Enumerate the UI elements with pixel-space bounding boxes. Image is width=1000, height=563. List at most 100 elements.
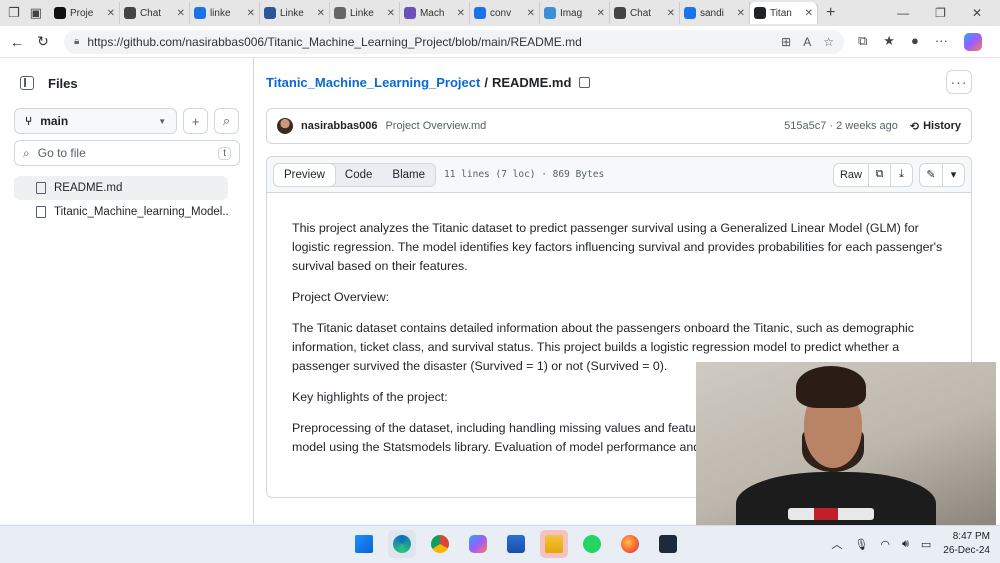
browser-tab[interactable]: conv ✕ <box>470 2 540 24</box>
tree-item-label: Titanic_Machine_learning_Model.... <box>54 206 228 218</box>
browser-tab[interactable]: Chat ✕ <box>610 2 680 24</box>
raw-actions-group: Raw ⧉ ⤓ <box>832 162 913 187</box>
commit-author[interactable]: nasirabbas006 <box>301 120 377 132</box>
restore-icon[interactable]: ❐ <box>935 6 946 20</box>
terminal-icon[interactable] <box>654 530 682 558</box>
close-tab-icon[interactable]: ✕ <box>737 8 745 19</box>
close-tab-icon[interactable]: ✕ <box>247 8 255 19</box>
wifi-icon[interactable]: ◠ <box>880 538 890 551</box>
browser-tab-label: Imag <box>559 7 583 19</box>
browser-tab-label: sandi <box>699 7 724 19</box>
browser-tab[interactable]: Titan ✕ <box>749 2 818 24</box>
copy-raw-icon[interactable]: ⧉ <box>868 163 890 186</box>
site-info-icon[interactable]: 🔒︎ <box>74 36 79 47</box>
browser-tab[interactable]: Chat ✕ <box>120 2 190 24</box>
close-tab-icon[interactable]: ✕ <box>805 8 813 19</box>
add-file-button[interactable]: + <box>183 108 209 134</box>
search-icon <box>473 7 486 19</box>
browser-tab-label: Chat <box>629 7 652 19</box>
close-tab-icon[interactable]: ✕ <box>317 8 325 19</box>
whatsapp-icon[interactable] <box>578 530 606 558</box>
browser-tab[interactable]: Proje ✕ <box>50 2 120 24</box>
favorite-star-icon[interactable]: ☆ <box>823 35 834 49</box>
avatar[interactable] <box>277 118 293 134</box>
settings-more-icon[interactable]: ··· <box>935 33 948 51</box>
workspaces-icon[interactable]: ❐ <box>8 5 20 21</box>
clock[interactable]: 8:47 PM 26-Dec-24 <box>943 530 990 558</box>
read-aloud-icon[interactable]: A <box>803 35 811 49</box>
close-tab-icon[interactable]: ✕ <box>597 8 605 19</box>
browser-tab[interactable]: Mach ✕ <box>400 2 470 24</box>
word-icon <box>263 7 276 19</box>
battery-icon[interactable]: ▭ <box>921 538 931 551</box>
close-tab-icon[interactable]: ✕ <box>177 8 185 19</box>
branch-selector[interactable]: ⑂ main ▼ <box>14 108 178 134</box>
tab-code[interactable]: Code <box>335 164 383 186</box>
tree-item-label: README.md <box>54 182 123 194</box>
latest-commit-bar: nasirabbas006 Project Overview.md 515a5c… <box>266 108 972 144</box>
browser-tab[interactable]: Linke ✕ <box>330 2 400 24</box>
favorites-icon[interactable]: ★ <box>883 33 895 51</box>
history-icon: ⟲ <box>909 120 920 133</box>
close-window-icon[interactable]: ✕ <box>972 6 982 20</box>
file-explorer-icon[interactable] <box>540 530 568 558</box>
browser-tab[interactable]: Imag ✕ <box>540 2 610 24</box>
store-icon[interactable] <box>502 530 530 558</box>
back-icon[interactable]: ← <box>4 34 30 50</box>
close-tab-icon[interactable]: ✕ <box>387 8 395 19</box>
copy-path-icon[interactable] <box>579 77 591 88</box>
edit-pencil-icon[interactable]: ✎ <box>920 164 942 186</box>
tree-item-readme[interactable]: README.md <box>14 176 228 200</box>
copilot-icon[interactable] <box>963 32 982 51</box>
profile-icon[interactable]: ● <box>911 33 919 51</box>
firefox-icon[interactable] <box>616 530 644 558</box>
file-icon <box>36 182 46 194</box>
raw-button[interactable]: Raw <box>834 164 868 186</box>
start-icon[interactable] <box>350 530 378 558</box>
refresh-icon[interactable]: ↻ <box>30 33 56 50</box>
app-icon <box>403 7 416 19</box>
url-text: https://github.com/nasirabbas006/Titanic… <box>87 34 582 49</box>
github-icon <box>753 7 766 19</box>
volume-icon[interactable]: 🔊︎ <box>902 538 909 551</box>
new-tab-icon[interactable]: + <box>818 4 843 22</box>
minimize-icon[interactable]: — <box>897 6 909 20</box>
close-tab-icon[interactable]: ✕ <box>527 8 535 19</box>
show-hidden-icons-icon[interactable]: ︿ <box>831 536 842 552</box>
tab-blame[interactable]: Blame <box>382 164 435 186</box>
commit-hash-time[interactable]: 515a5c7 · 2 weeks ago <box>784 120 898 132</box>
collapse-sidebar-icon[interactable] <box>20 76 34 90</box>
window-controls: — ❐ ✕ <box>897 6 1000 20</box>
browser-tab[interactable]: sandi ✕ <box>680 2 750 24</box>
search-icon <box>193 7 206 19</box>
commit-message[interactable]: Project Overview.md <box>385 120 486 132</box>
close-tab-icon[interactable]: ✕ <box>667 8 675 19</box>
branch-name: main <box>40 114 69 128</box>
close-tab-icon[interactable]: ✕ <box>107 8 115 19</box>
extensions-icon[interactable]: ⧉ <box>858 33 867 51</box>
tab-actions-icon[interactable]: ▣ <box>30 5 42 21</box>
search-files-button[interactable]: ⌕ <box>214 108 239 134</box>
chrome-icon[interactable] <box>426 530 454 558</box>
chevron-down-icon[interactable]: ▾ <box>942 163 964 186</box>
file-name: README.md <box>491 75 572 90</box>
close-tab-icon[interactable]: ✕ <box>457 8 465 19</box>
repo-link[interactable]: Titanic_Machine_Learning_Project <box>266 75 480 90</box>
copilot-app-icon[interactable] <box>464 530 492 558</box>
tab-preview[interactable]: Preview <box>273 162 336 187</box>
go-to-file-input[interactable]: ⌕ Go to file t <box>14 140 240 166</box>
download-icon[interactable]: ⤓ <box>890 163 912 186</box>
openai-icon <box>613 7 626 19</box>
history-button[interactable]: ⟲ History <box>910 120 961 133</box>
app-available-icon[interactable]: ⊞ <box>781 35 791 49</box>
tree-item-notebook[interactable]: Titanic_Machine_learning_Model.... <box>14 200 228 224</box>
browser-tab[interactable]: linke ✕ <box>190 2 260 24</box>
url-field[interactable]: 🔒︎ https://github.com/nasirabbas006/Tita… <box>64 29 844 54</box>
microphone-icon[interactable]: 🎙︎ <box>854 538 868 551</box>
browser-tab-label: Linke <box>279 7 304 19</box>
taskbar-apps <box>350 530 682 558</box>
files-title: Files <box>48 75 78 91</box>
browser-tab[interactable]: Linke ✕ <box>260 2 330 24</box>
edge-icon[interactable] <box>388 530 416 558</box>
more-options-button[interactable]: ··· <box>946 70 972 94</box>
